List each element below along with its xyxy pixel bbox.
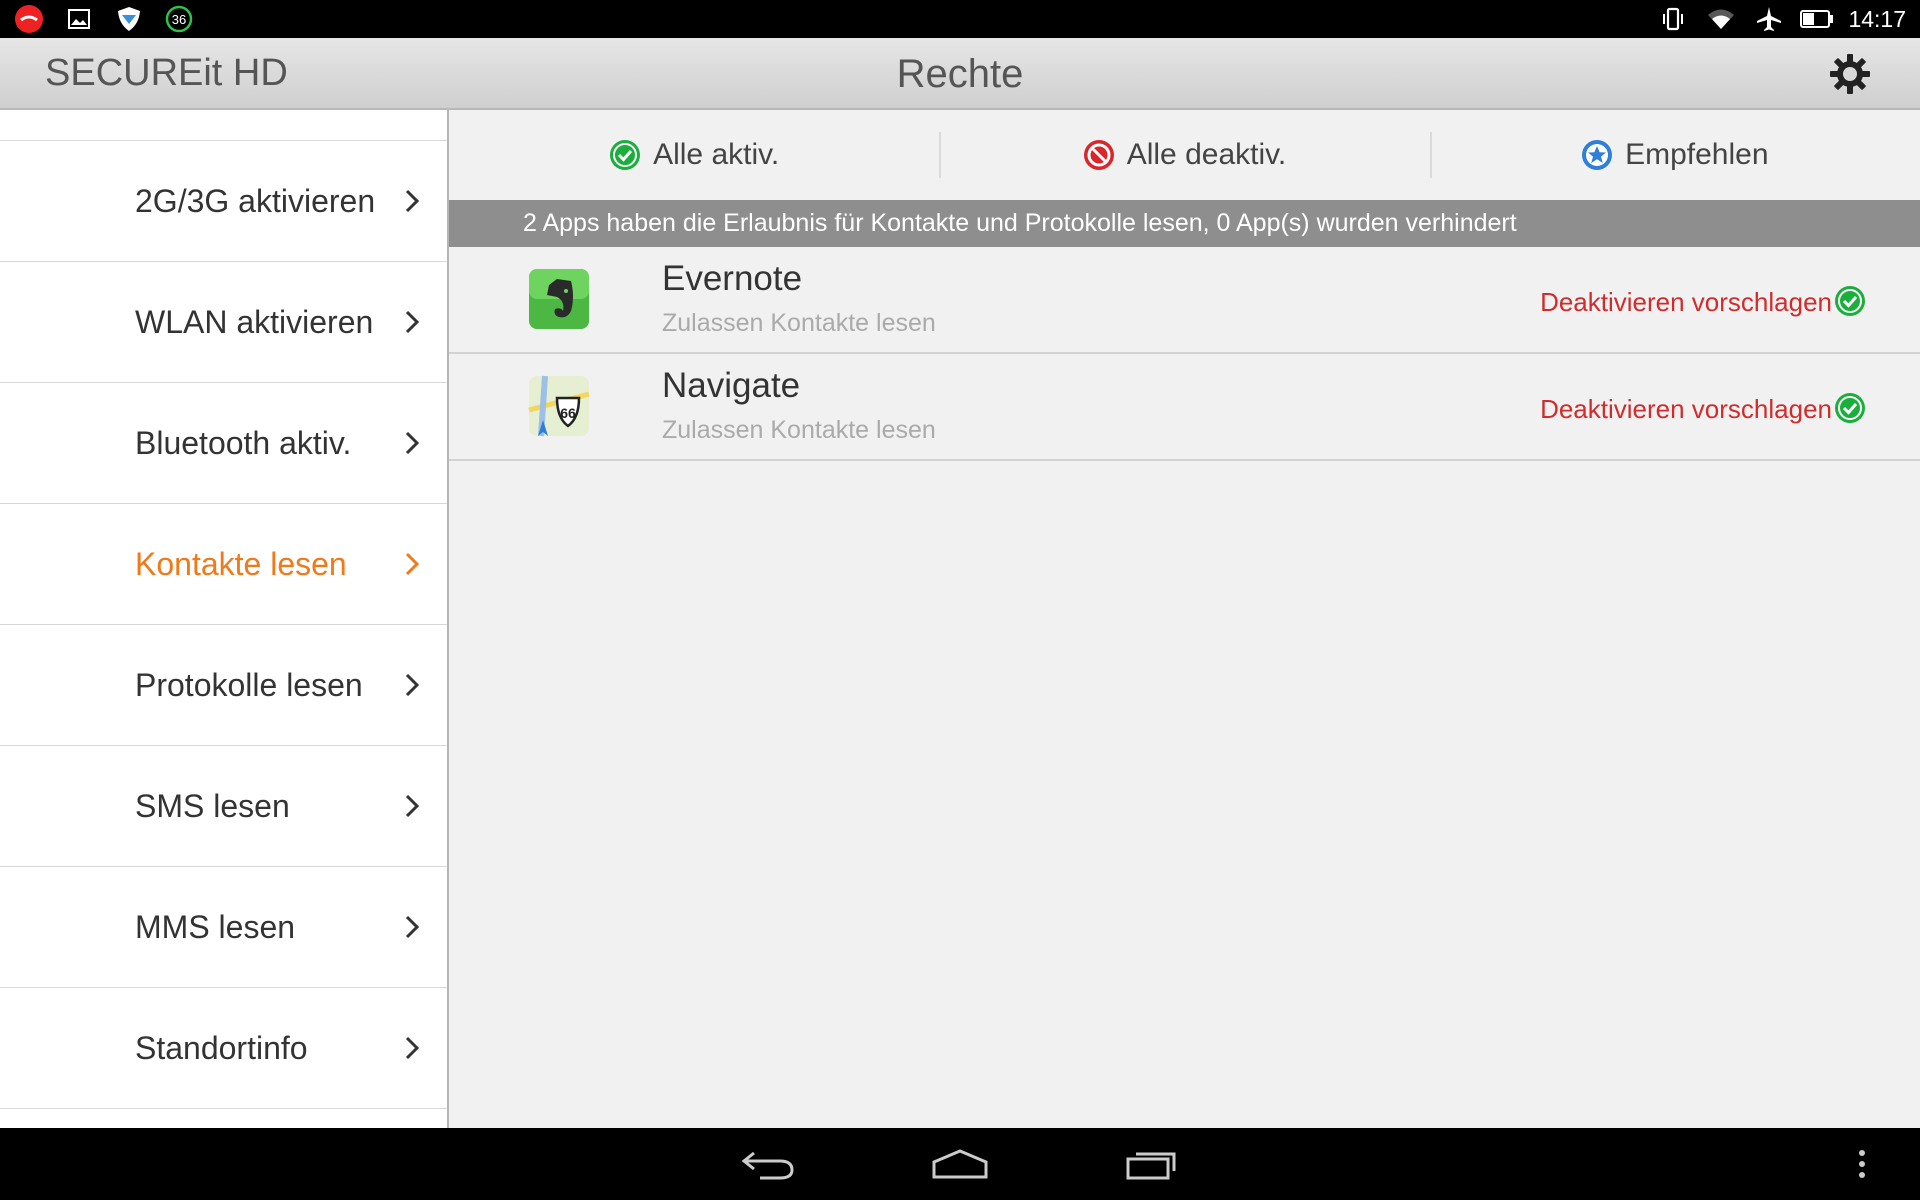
- check-circle-icon: [610, 140, 641, 170]
- info-banner: 2 Apps haben die Erlaubnis für Kontakte …: [449, 200, 1920, 247]
- sidebar-item-mms[interactable]: MMS lesen: [0, 867, 447, 988]
- sidebar-item-label: 2G/3G aktivieren: [135, 182, 376, 219]
- home-icon: [932, 1149, 988, 1179]
- check-circle-icon[interactable]: [1834, 285, 1866, 317]
- status-left-icons: 36: [12, 4, 196, 34]
- recommend-label: Empfehlen: [1625, 138, 1769, 171]
- sidebar-item-2g3g[interactable]: 2G/3G aktivieren: [0, 141, 447, 262]
- sidebar-item-label: Kontakte lesen: [135, 545, 347, 582]
- chevron-right-icon: [405, 431, 420, 455]
- recommend-button[interactable]: Empfehlen: [1429, 110, 1920, 200]
- app-row-navigate[interactable]: 66 Navigate Zulassen Kontakte lesen Deak…: [449, 354, 1920, 461]
- app-permission-status: Zulassen Kontakte lesen: [662, 309, 936, 337]
- permission-sidebar: 2G/3G aktivieren WLAN aktivieren Bluetoo…: [0, 110, 449, 1128]
- sidebar-item-label: Bluetooth aktiv.: [135, 424, 352, 461]
- app-permission-status: Zulassen Kontakte lesen: [662, 416, 936, 444]
- chevron-right-icon: [405, 915, 420, 939]
- page-title: Rechte: [896, 52, 1024, 96]
- navigation-bar: [0, 1128, 1920, 1200]
- sidebar-item-contacts[interactable]: Kontakte lesen: [0, 504, 447, 625]
- sidebar-item-bluetooth[interactable]: Bluetooth aktiv.: [0, 383, 447, 504]
- missed-call-icon: [12, 4, 46, 34]
- sidebar-item-label: SMS lesen: [135, 787, 290, 824]
- vibrate-icon: [1656, 4, 1690, 34]
- app-name: Evernote: [662, 259, 803, 298]
- gear-icon: [1830, 54, 1870, 94]
- recent-apps-button[interactable]: [1112, 1138, 1192, 1190]
- chevron-right-icon: [405, 189, 420, 213]
- sidebar-item-logs[interactable]: Protokolle lesen: [0, 625, 447, 746]
- back-icon: [741, 1151, 794, 1180]
- disable-all-button[interactable]: Alle deaktiv.: [939, 110, 1429, 200]
- chevron-right-icon: [405, 1036, 420, 1060]
- enable-all-button[interactable]: Alle aktiv.: [449, 110, 939, 200]
- home-button[interactable]: [920, 1138, 1000, 1190]
- chevron-right-icon: [405, 794, 420, 818]
- speed-badge-icon: 36: [162, 4, 196, 34]
- recent-apps-icon: [1126, 1152, 1176, 1180]
- sidebar-item-label: Protokolle lesen: [135, 666, 363, 703]
- enable-all-label: Alle aktiv.: [653, 138, 780, 171]
- back-button[interactable]: [728, 1138, 808, 1190]
- overflow-menu-icon: [1859, 1150, 1865, 1178]
- app-row-evernote[interactable]: Evernote Zulassen Kontakte lesen Deaktiv…: [449, 247, 1920, 354]
- sidebar-item-label: Standortinfo: [135, 1029, 308, 1066]
- chevron-right-icon: [405, 310, 420, 334]
- wifi-icon: [1704, 4, 1738, 34]
- status-bar: 36 14:17: [0, 0, 1920, 38]
- evernote-icon: [529, 269, 589, 329]
- shield-icon: [112, 4, 146, 34]
- block-icon: [1083, 140, 1114, 170]
- check-circle-icon[interactable]: [1834, 392, 1866, 424]
- overflow-menu-button[interactable]: [1842, 1138, 1882, 1190]
- sidebar-item-sms[interactable]: SMS lesen: [0, 746, 447, 867]
- main-panel: Alle aktiv. Alle deaktiv. Empfehlen 2 Ap…: [449, 110, 1920, 1128]
- settings-button[interactable]: [1826, 50, 1874, 98]
- suggest-disable-link[interactable]: Deaktivieren vorschlagen: [1540, 287, 1832, 318]
- chevron-right-icon: [405, 552, 420, 576]
- action-bar: SECUREit HD Rechte: [0, 38, 1920, 110]
- star-badge-icon: [1582, 140, 1613, 170]
- svg-text:66: 66: [560, 405, 576, 421]
- suggest-disable-link[interactable]: Deaktivieren vorschlagen: [1540, 394, 1832, 425]
- bulk-actions-toolbar: Alle aktiv. Alle deaktiv. Empfehlen: [449, 110, 1920, 200]
- clock: 14:17: [1848, 5, 1906, 32]
- status-right-icons: 14:17: [1656, 4, 1906, 34]
- navigate-icon: 66: [528, 375, 590, 437]
- battery-icon: [1800, 4, 1834, 34]
- sidebar-item-location[interactable]: Standortinfo: [0, 988, 447, 1109]
- image-icon: [62, 4, 96, 34]
- app-name: Navigate: [662, 366, 801, 405]
- sidebar-item-label: MMS lesen: [135, 908, 296, 945]
- sidebar-item-label: WLAN aktivieren: [135, 303, 374, 340]
- airplane-icon: [1752, 4, 1786, 34]
- disable-all-label: Alle deaktiv.: [1126, 138, 1287, 171]
- sidebar-item-wlan[interactable]: WLAN aktivieren: [0, 262, 447, 383]
- chevron-right-icon: [405, 673, 420, 697]
- notification-badge: 36: [172, 12, 186, 27]
